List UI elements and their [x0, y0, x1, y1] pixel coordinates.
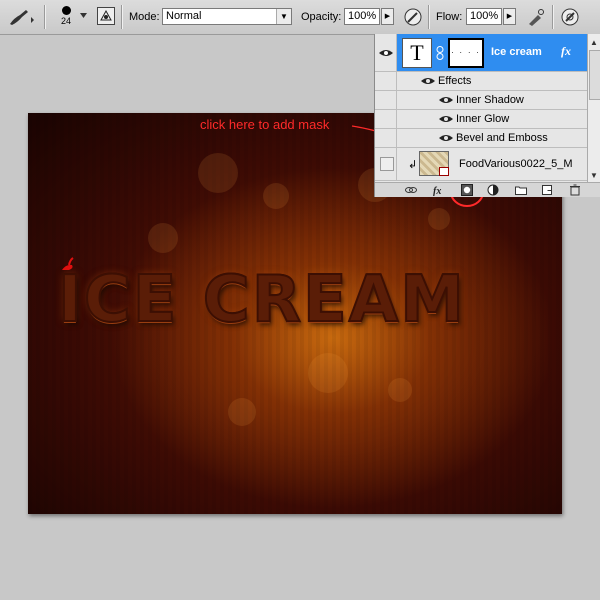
bokeh-light: [388, 378, 412, 402]
visibility-toggle[interactable]: [375, 148, 397, 180]
visibility-toggle: [375, 129, 397, 147]
layer-row-ice-cream[interactable]: T . . . . Ice cream fx: [375, 34, 587, 72]
layer-name: Ice cream: [491, 46, 542, 58]
trash-icon[interactable]: [569, 184, 581, 196]
separator: [121, 5, 123, 29]
opacity-label: Opacity:: [301, 11, 342, 23]
scroll-up-icon[interactable]: ▲: [590, 38, 598, 47]
separator: [428, 5, 430, 29]
eye-icon[interactable]: [439, 115, 453, 123]
layer-mask-thumbnail[interactable]: . . . .: [448, 38, 484, 68]
annotation-text: click here to add mask: [200, 117, 330, 132]
effect-label: Bevel and Emboss: [456, 132, 548, 144]
airbrush-icon[interactable]: [526, 7, 546, 27]
layers-scrollbar[interactable]: ▲ ▼: [587, 34, 600, 182]
flow-input[interactable]: 100%: [466, 8, 502, 25]
brush-size: 24: [60, 16, 71, 26]
fx-badge[interactable]: fx: [561, 44, 571, 59]
visibility-toggle: [375, 72, 397, 90]
effect-row-inner-glow[interactable]: Inner Glow: [375, 110, 587, 129]
svg-text:fx: fx: [433, 186, 441, 196]
effect-row-inner-shadow[interactable]: Inner Shadow: [375, 91, 587, 110]
effect-row-bevel-emboss[interactable]: Bevel and Emboss: [375, 129, 587, 148]
layers-bottom-toolbar: fx: [375, 182, 600, 197]
group-folder-icon[interactable]: [515, 184, 527, 196]
effect-label: Inner Glow: [456, 113, 510, 125]
mask-link-icon[interactable]: [436, 46, 444, 60]
effects-row[interactable]: Effects: [375, 72, 587, 91]
bokeh-light: [263, 183, 289, 209]
bokeh-light: [198, 153, 238, 193]
hidden-visibility-box: [380, 157, 394, 171]
flow-label: Flow:: [436, 11, 463, 23]
scroll-down-icon[interactable]: ▼: [590, 171, 598, 180]
new-layer-icon[interactable]: [541, 184, 553, 196]
opacity-slider-arrow-icon[interactable]: ▶: [381, 8, 394, 25]
mode-value: Normal: [166, 10, 202, 22]
eye-icon[interactable]: [421, 77, 435, 85]
separator: [44, 5, 46, 29]
layer-name: FoodVarious0022_5_M: [459, 158, 573, 170]
flow-slider-arrow-icon[interactable]: ▶: [503, 8, 516, 25]
brush-tool-icon[interactable]: [6, 6, 36, 28]
eye-icon[interactable]: [439, 96, 453, 104]
eye-icon: [379, 50, 393, 56]
flow-value: 100%: [470, 10, 499, 22]
brush-preset-picker[interactable]: 24: [52, 4, 80, 32]
bokeh-light: [228, 398, 256, 426]
opacity-input[interactable]: 100%: [344, 8, 380, 25]
brush-tip-icon: [61, 6, 71, 15]
ice-cream-headline: ICE CREAM: [57, 262, 466, 338]
layer-row-food[interactable]: ↲ FoodVarious0022_5_M: [375, 148, 587, 181]
clipping-arrow-icon: ↲: [408, 159, 418, 171]
visibility-toggle: [375, 91, 397, 109]
options-bar: 24 Mode: Normal ▼ Opacity: 100% ▶ Flow: …: [0, 0, 600, 35]
add-mask-icon[interactable]: [461, 184, 473, 196]
bokeh-light: [308, 353, 348, 393]
pressure-opacity-icon[interactable]: [403, 7, 423, 27]
mode-select[interactable]: Normal ▼: [162, 8, 292, 25]
effect-label: Inner Shadow: [456, 94, 524, 106]
effects-label: Effects: [438, 75, 472, 87]
mode-label: Mode:: [129, 11, 160, 23]
eye-icon[interactable]: [439, 134, 453, 142]
visibility-toggle[interactable]: [375, 34, 397, 71]
opacity-value: 100%: [348, 10, 377, 22]
visibility-toggle: [375, 110, 397, 128]
brush-dropdown-arrow-icon[interactable]: [80, 13, 87, 19]
scroll-thumb[interactable]: [589, 50, 600, 100]
fx-icon[interactable]: fx: [433, 184, 445, 196]
adjustment-layer-icon[interactable]: [487, 184, 499, 196]
bokeh-light: [148, 223, 178, 253]
bokeh-light: [428, 208, 450, 230]
smart-object-badge-icon: [439, 167, 449, 176]
link-icon[interactable]: [405, 184, 417, 196]
separator: [552, 5, 554, 29]
text-layer-thumbnail: T: [402, 38, 432, 68]
layers-panel: T . . . . Ice cream fx Effects Inner Sha…: [374, 34, 600, 197]
pressure-size-icon[interactable]: [560, 7, 580, 27]
chevron-down-icon: ▼: [276, 9, 291, 24]
brush-panel-toggle-icon[interactable]: [97, 7, 115, 25]
